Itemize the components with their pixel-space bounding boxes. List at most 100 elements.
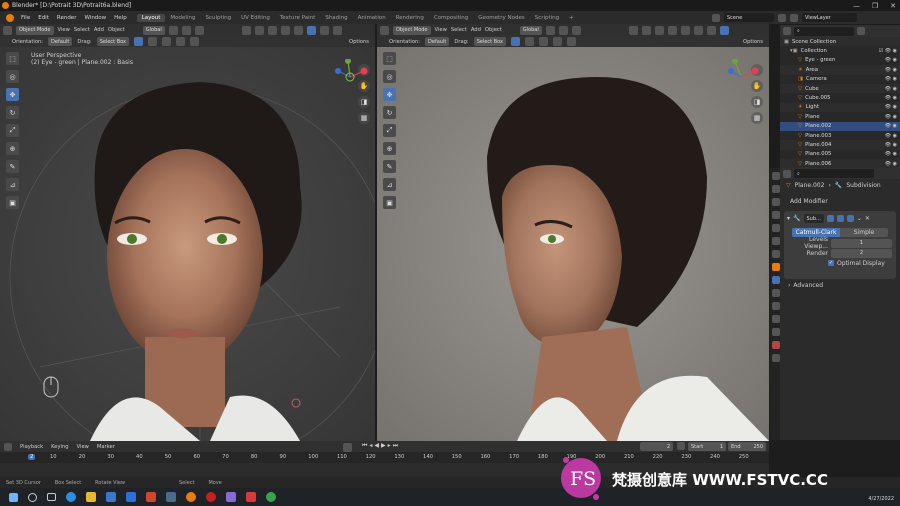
file-explorer-icon[interactable] [86, 492, 96, 502]
select-invert-icon[interactable] [553, 37, 562, 46]
annotate-tool-icon[interactable]: ✎ [6, 160, 19, 173]
visibility-icon[interactable]: 👁 ◉ [885, 123, 897, 129]
render-levels-field[interactable]: 2 [831, 248, 892, 258]
next-key-icon[interactable]: ▸ [388, 442, 391, 450]
properties-search-input[interactable]: ⌕ [794, 169, 874, 178]
visibility-icon[interactable]: 👁 ◉ [885, 86, 897, 92]
render-toggle-icon[interactable] [846, 215, 854, 222]
dropdown-icon[interactable]: ⌄ [857, 215, 862, 222]
preview-range-icon[interactable] [677, 442, 685, 450]
camera-view-icon[interactable]: ◨ [751, 96, 763, 108]
visibility-icon[interactable]: 👁 ◉ [885, 161, 897, 167]
particles-tab-icon[interactable] [772, 289, 780, 297]
output-tab-icon[interactable] [772, 198, 780, 206]
app2-icon[interactable] [226, 492, 236, 502]
tab-layout[interactable]: Layout [136, 13, 166, 22]
list-item[interactable]: ▽ Cube 👁 ◉ [780, 83, 900, 94]
add-modifier-button[interactable]: Add Modifier [786, 196, 894, 207]
rotate-tool-icon[interactable]: ↻ [6, 106, 19, 119]
select-mode-icon[interactable] [134, 37, 143, 46]
tab-sculpting[interactable]: Sculpting [200, 14, 236, 22]
ortho-toggle-icon[interactable]: ▦ [358, 112, 370, 124]
orientation-dropdown[interactable]: Default [48, 37, 73, 46]
constraints-tab-icon[interactable] [772, 315, 780, 323]
search-icon[interactable] [28, 492, 37, 502]
menu-view[interactable]: View [435, 27, 447, 33]
transform-orientation[interactable]: Global [519, 25, 542, 35]
close-button[interactable]: ✕ [890, 2, 896, 10]
add-cube-tool-icon[interactable]: ▣ [6, 196, 19, 209]
transform-orientation[interactable]: Global [142, 25, 165, 35]
transform-tool-icon[interactable]: ⊕ [6, 142, 19, 155]
outliner-editor-icon[interactable] [783, 27, 791, 35]
shading-solid-icon[interactable] [693, 25, 703, 35]
proportional-edit-icon[interactable] [194, 25, 204, 35]
visibility-icon[interactable]: 👁 ◉ [885, 114, 897, 120]
jump-end-icon[interactable]: ⏭ [393, 442, 398, 450]
world-tab-icon[interactable] [772, 237, 780, 245]
overlay-icon[interactable] [267, 25, 277, 35]
current-frame-field[interactable]: 2 [640, 442, 673, 451]
options-button[interactable]: Options [349, 39, 369, 45]
menu-view[interactable]: View [77, 444, 89, 450]
tool-tab-icon[interactable] [772, 172, 780, 180]
start-frame-field[interactable]: Start 1 [688, 442, 726, 451]
select-invert-icon[interactable] [176, 37, 185, 46]
visibility-icon[interactable]: 👁 ◉ [885, 142, 897, 148]
data-tab-icon[interactable] [772, 328, 780, 336]
timeline-editor-icon[interactable] [4, 442, 12, 451]
rotate-tool-icon[interactable]: ↻ [383, 106, 396, 119]
xray-icon[interactable] [280, 25, 290, 35]
select-extend-icon[interactable] [525, 37, 534, 46]
object-tab-icon[interactable] [772, 263, 780, 271]
visibility-icon[interactable]: 👁 ◉ [885, 133, 897, 139]
properties-editor-icon[interactable] [783, 169, 791, 178]
mode-selector[interactable]: Object Mode [393, 25, 431, 35]
prev-key-icon[interactable]: ◂ [369, 442, 372, 450]
editor-type-icon[interactable] [3, 25, 12, 35]
tab-rendering[interactable]: Rendering [391, 14, 429, 22]
render-tab-icon[interactable] [772, 185, 780, 193]
list-item[interactable]: ▽ Plane.004 👁 ◉ [780, 140, 900, 150]
menu-add[interactable]: Add [94, 27, 104, 33]
menu-select[interactable]: Select [451, 27, 467, 33]
snap-icon[interactable] [181, 25, 191, 35]
tab-texture-paint[interactable]: Texture Paint [275, 14, 321, 22]
shading-wire-icon[interactable] [293, 25, 303, 35]
list-item[interactable]: ▽ Plane 👁 ◉ [780, 112, 900, 121]
camera-view-icon[interactable]: ◨ [358, 96, 370, 108]
annotate-tool-icon[interactable]: ✎ [383, 160, 396, 173]
select-mode-icon[interactable] [511, 37, 520, 46]
list-item[interactable]: ☀ Light 👁 ◉ [780, 102, 900, 113]
list-item[interactable]: ◨ Camera 👁 ◉ [780, 75, 900, 84]
shading-wire-icon[interactable] [680, 25, 690, 35]
viewport-right[interactable]: Object Mode View Select Add Object Globa… [377, 24, 769, 441]
modifier-tab-icon[interactable] [772, 276, 780, 284]
menu-view[interactable]: View [58, 27, 70, 33]
tab-compositing[interactable]: Compositing [429, 14, 473, 22]
gizmo-icon[interactable] [254, 25, 264, 35]
maximize-button[interactable]: ❐ [872, 2, 878, 10]
tab-uv-editing[interactable]: UV Editing [236, 14, 275, 22]
recorder-icon[interactable] [206, 492, 216, 502]
chrome-icon[interactable] [266, 492, 276, 502]
menu-object[interactable]: Object [108, 27, 125, 33]
edge-browser-icon[interactable] [66, 492, 76, 502]
shading-rendered-icon[interactable] [719, 25, 729, 35]
visibility-icon[interactable] [628, 25, 638, 35]
shading-solid-icon[interactable] [306, 25, 316, 35]
measure-tool-icon[interactable]: ⊿ [6, 178, 19, 191]
scene-selector[interactable]: Scene [724, 13, 774, 22]
visibility-icon[interactable] [241, 25, 251, 35]
shading-material-icon[interactable] [706, 25, 716, 35]
drag-dropdown[interactable]: Select Box [96, 37, 129, 46]
shading-material-icon[interactable] [319, 25, 329, 35]
add-cube-tool-icon[interactable]: ▣ [383, 196, 396, 209]
blender-menu-icon[interactable] [6, 13, 14, 22]
view-layer-tab-icon[interactable] [772, 211, 780, 219]
view-layer-selector[interactable]: ViewLayer [802, 13, 857, 22]
remove-modifier-icon[interactable]: ✕ [865, 215, 870, 222]
tab-geometry-nodes[interactable]: Geometry Nodes [473, 14, 529, 22]
select-intersect-icon[interactable] [567, 37, 576, 46]
physics-tab-icon[interactable] [772, 302, 780, 310]
